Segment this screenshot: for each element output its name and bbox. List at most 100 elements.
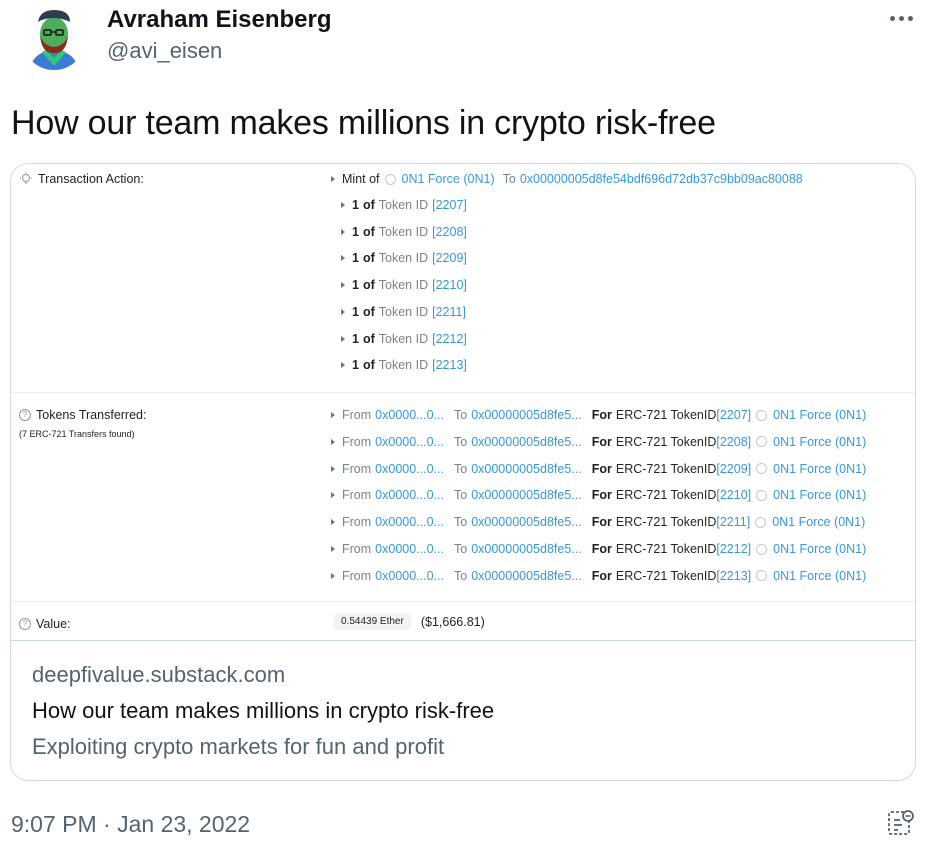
token-item-of: of xyxy=(362,331,375,346)
transfer-row: From 0x0000...0... To 0x00000005d8fe5... For… xyxy=(331,542,866,556)
value-label: Value: xyxy=(36,617,71,631)
transfer-token-link[interactable]: 0N1 Force (0N1) xyxy=(772,515,865,529)
card-image: Transaction Action: Mint of 0N1 Force (0… xyxy=(11,164,915,640)
transfer-for-label: For xyxy=(591,515,612,530)
mint-to-address-link[interactable]: 0x00000005d8fe54bdf696d72db37c9bb09ac800… xyxy=(520,172,803,186)
tokens-transferred-label: Tokens Transferred: xyxy=(36,408,147,422)
token-item-of: of xyxy=(362,224,375,239)
transfer-from-label: From xyxy=(342,488,372,503)
token-id-link[interactable]: [2210] xyxy=(432,278,467,292)
transfer-to-label: To xyxy=(453,434,468,449)
token-item-qty: 1 xyxy=(352,278,359,293)
token-id-link[interactable]: [2207] xyxy=(432,198,467,212)
transfer-for-label: For xyxy=(591,434,612,449)
token-circle-icon xyxy=(755,516,767,528)
transfer-to-link[interactable]: 0x00000005d8fe5... xyxy=(471,488,582,502)
token-item-row: 1 of Token ID [2210] xyxy=(341,278,467,292)
transfer-token-id-link[interactable]: [2211] xyxy=(716,515,750,529)
transfer-token-id-link[interactable]: [2208] xyxy=(716,435,751,449)
tweet-analytics-icon[interactable] xyxy=(886,808,916,838)
transfer-token-link[interactable]: 0N1 Force (0N1) xyxy=(773,462,866,476)
transfer-to-label: To xyxy=(453,568,468,583)
token-item-qty: 1 xyxy=(352,198,359,212)
transfer-to-link[interactable]: 0x00000005d8fe5... xyxy=(471,569,582,583)
token-item-qty: 1 xyxy=(352,224,359,239)
transfer-from-link[interactable]: 0x0000...0... xyxy=(375,435,444,449)
transfer-from-label: From xyxy=(342,542,372,556)
token-circle-icon xyxy=(756,489,768,501)
transaction-action-label-row: Transaction Action: xyxy=(19,172,144,186)
transfer-from-label: From xyxy=(342,515,372,530)
transfer-row: From 0x0000...0... To 0x00000005d8fe5... For… xyxy=(331,515,865,529)
more-icon[interactable] xyxy=(886,6,916,30)
token-circle-icon xyxy=(756,463,768,475)
link-card[interactable]: Transaction Action: Mint of 0N1 Force (0… xyxy=(10,163,916,781)
transfer-token-link[interactable]: 0N1 Force (0N1) xyxy=(773,569,866,583)
token-id-link[interactable]: [2209] xyxy=(432,251,467,265)
transfer-standard: ERC-721 TokenID xyxy=(615,515,717,530)
token-id-link[interactable]: [2208] xyxy=(432,225,467,239)
usd-value: ($1,666.81) xyxy=(420,614,485,629)
transfer-token-link[interactable]: 0N1 Force (0N1) xyxy=(773,408,866,422)
token-item-row: 1 of Token ID [2208] xyxy=(341,225,467,239)
transfer-to-label: To xyxy=(453,461,468,476)
token-item-row: 1 of Token ID [2207] xyxy=(341,198,467,212)
transfer-from-label: From xyxy=(342,434,372,449)
transfer-from-link[interactable]: 0x0000...0... xyxy=(375,408,444,422)
transfer-from-link[interactable]: 0x0000...0... xyxy=(375,462,444,476)
token-item-label: Token ID xyxy=(378,304,429,319)
token-circle-icon xyxy=(756,570,768,582)
transfer-from-link[interactable]: 0x0000...0... xyxy=(375,542,444,556)
transfer-for-label: For xyxy=(591,488,612,503)
mint-prefix: Mint of xyxy=(342,172,380,186)
card-title: How our team makes millions in crypto ri… xyxy=(32,698,495,723)
card-footer[interactable]: deepfivalue.substack.com How our team ma… xyxy=(11,640,915,780)
token-item-label: Token ID xyxy=(378,198,429,212)
author-name[interactable]: Avraham Eisenberg xyxy=(107,6,332,34)
token-item-qty: 1 xyxy=(352,251,359,266)
transfer-token-link[interactable]: 0N1 Force (0N1) xyxy=(773,488,866,502)
question-circle-icon: ? xyxy=(19,409,31,421)
token-id-link[interactable]: [2213] xyxy=(432,358,467,372)
transfer-row: From 0x0000...0... To 0x00000005d8fe5... For… xyxy=(331,435,866,449)
transfer-from-label: From xyxy=(342,408,372,422)
token-item-label: Token ID xyxy=(378,331,429,346)
transfer-to-link[interactable]: 0x00000005d8fe5... xyxy=(471,542,582,556)
tweet-timestamp[interactable]: 9:07 PM · Jan 23, 2022 xyxy=(11,810,250,838)
transfer-token-id-link[interactable]: [2207] xyxy=(716,408,751,422)
token-item-row: 1 of Token ID [2209] xyxy=(341,251,467,265)
transfer-to-link[interactable]: 0x00000005d8fe5... xyxy=(471,408,582,422)
transfer-to-link[interactable]: 0x00000005d8fe5... xyxy=(471,462,582,476)
transfer-to-label: To xyxy=(453,542,468,556)
transfer-from-link[interactable]: 0x0000...0... xyxy=(375,488,444,502)
mint-token-link[interactable]: 0N1 Force (0N1) xyxy=(402,172,495,186)
transfer-from-link[interactable]: 0x0000...0... xyxy=(375,569,444,583)
token-id-link[interactable]: [2212] xyxy=(432,332,467,346)
transfer-token-id-link[interactable]: [2212] xyxy=(716,542,751,556)
transfer-token-id-link[interactable]: [2209] xyxy=(716,462,751,476)
token-item-qty: 1 xyxy=(352,331,359,346)
author-handle[interactable]: @avi_eisen xyxy=(107,38,222,64)
transfer-token-link[interactable]: 0N1 Force (0N1) xyxy=(773,542,866,556)
token-item-label: Token ID xyxy=(378,278,429,293)
transfer-to-label: To xyxy=(453,408,468,422)
transfer-token-id-link[interactable]: [2213] xyxy=(716,569,751,583)
transfer-token-link[interactable]: 0N1 Force (0N1) xyxy=(773,435,866,449)
avatar[interactable] xyxy=(22,6,86,70)
token-item-qty: 1 xyxy=(352,304,359,319)
lightbulb-icon xyxy=(20,172,32,184)
card-domain: deepfivalue.substack.com xyxy=(32,662,286,687)
transfer-for-label: For xyxy=(591,568,612,583)
transfer-to-link[interactable]: 0x00000005d8fe5... xyxy=(471,435,582,449)
transfer-to-link[interactable]: 0x00000005d8fe5... xyxy=(471,515,582,529)
token-item-of: of xyxy=(362,278,375,293)
token-item-row: 1 of Token ID [2211] xyxy=(341,305,466,319)
token-circle-icon xyxy=(756,436,768,448)
token-id-link[interactable]: [2211] xyxy=(432,305,466,319)
transfer-from-link[interactable]: 0x0000...0... xyxy=(375,515,444,529)
transfer-for-label: For xyxy=(591,542,612,556)
transfer-to-label: To xyxy=(453,515,468,530)
token-item-label: Token ID xyxy=(378,251,429,266)
transfer-token-id-link[interactable]: [2210] xyxy=(716,488,751,502)
transfer-standard: ERC-721 TokenID xyxy=(615,568,717,583)
